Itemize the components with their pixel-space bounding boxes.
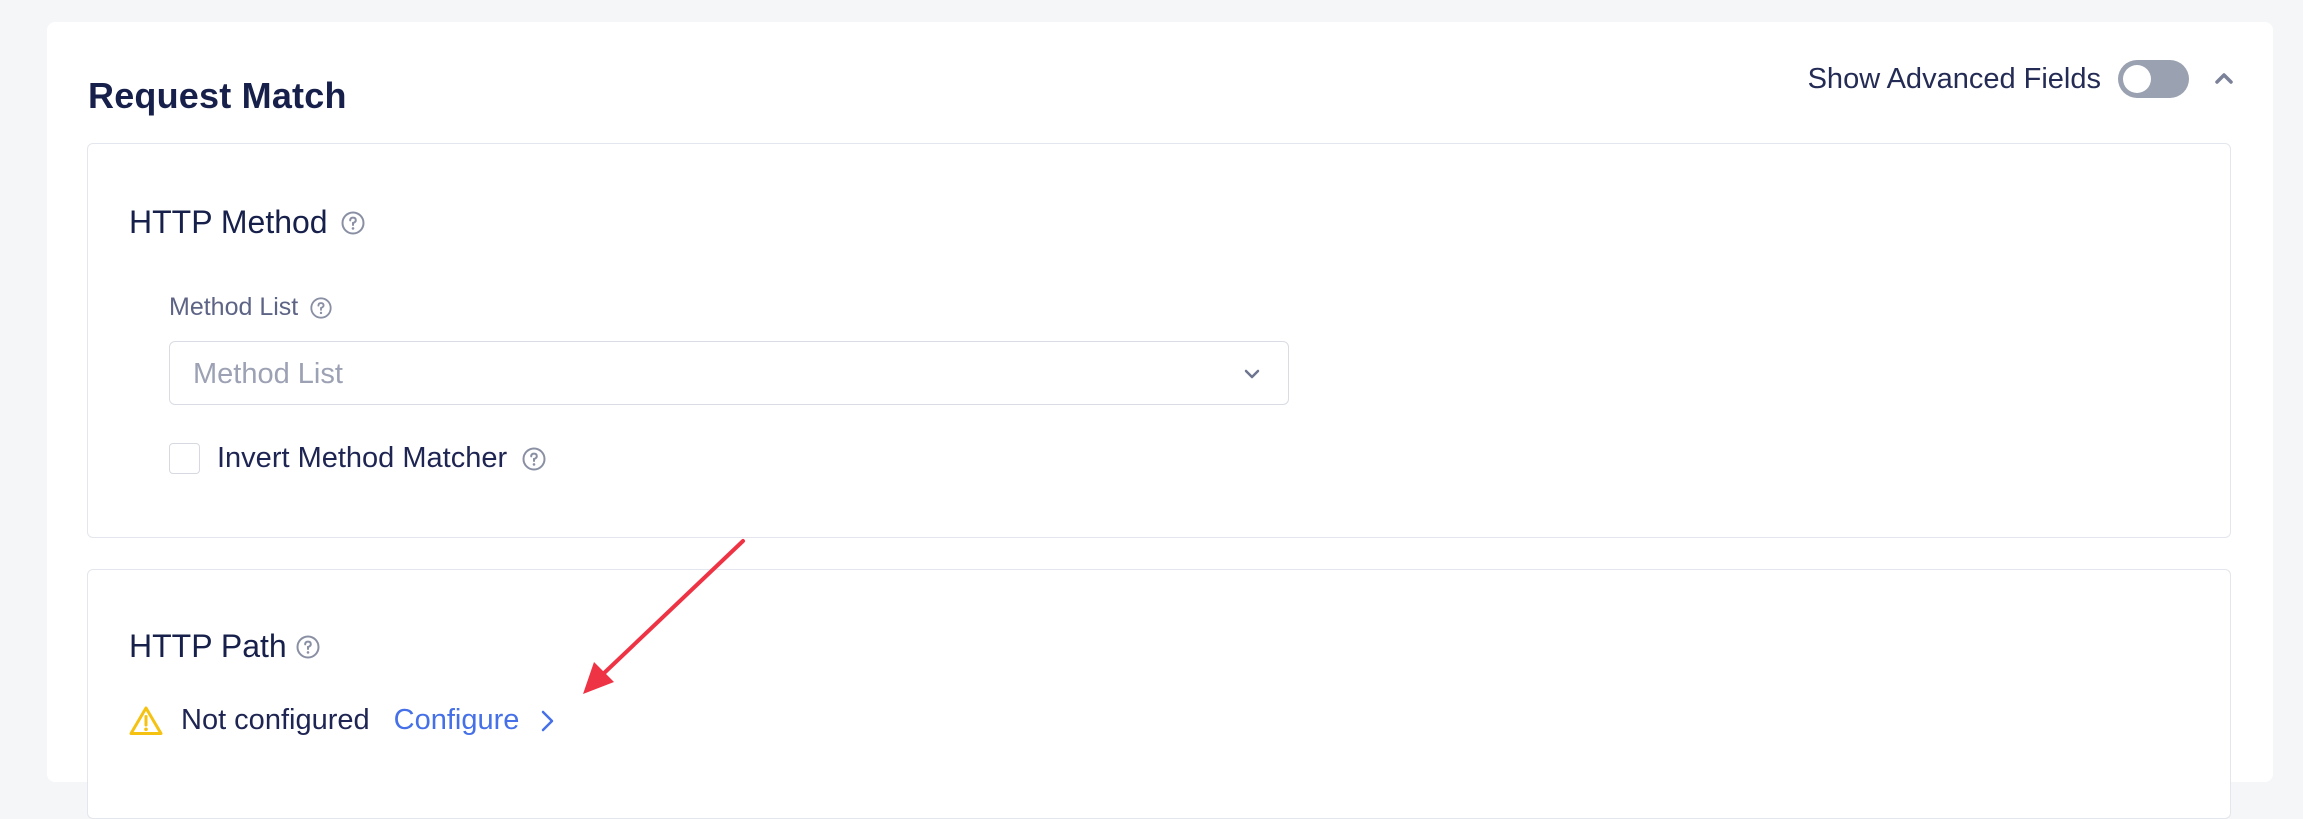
method-list-placeholder: Method List (193, 358, 343, 390)
request-match-card: Request Match Show Advanced Fields HTTP … (47, 22, 2273, 819)
invert-method-checkbox[interactable] (169, 443, 200, 474)
card-title: Request Match (88, 75, 347, 116)
help-icon[interactable] (521, 446, 547, 472)
http-path-title-text: HTTP Path (129, 628, 287, 664)
invert-method-label[interactable]: Invert Method Matcher (217, 442, 507, 475)
http-method-title-text: HTTP Method (129, 204, 328, 240)
http-method-title: HTTP Method (129, 204, 366, 241)
help-icon[interactable] (340, 210, 366, 236)
http-path-status-row: Not configured Configure (129, 704, 557, 737)
advanced-fields-toggle[interactable] (2118, 60, 2189, 98)
method-list-label-text: Method List (169, 293, 299, 321)
help-icon[interactable] (295, 634, 321, 660)
configure-link[interactable]: Configure (394, 704, 520, 737)
chevron-down-icon (1244, 369, 1260, 379)
method-list-label: Method List (169, 293, 333, 322)
chevron-right-icon[interactable] (537, 708, 557, 734)
method-list-select[interactable]: Method List (169, 341, 1289, 405)
advanced-fields-label: Show Advanced Fields (1807, 62, 2101, 95)
http-method-section: HTTP Method Method List Method List Inve… (87, 143, 2231, 538)
help-icon[interactable] (309, 296, 333, 320)
http-path-section: HTTP Path Not configured Configure (87, 569, 2231, 819)
chevron-up-icon[interactable] (2209, 63, 2239, 93)
http-path-title: HTTP Path (129, 628, 321, 665)
toggle-knob (2123, 65, 2151, 93)
warning-icon (129, 706, 163, 735)
not-configured-text: Not configured (181, 704, 370, 736)
invert-method-row: Invert Method Matcher (169, 442, 547, 475)
advanced-fields-control: Show Advanced Fields (1808, 59, 2189, 99)
